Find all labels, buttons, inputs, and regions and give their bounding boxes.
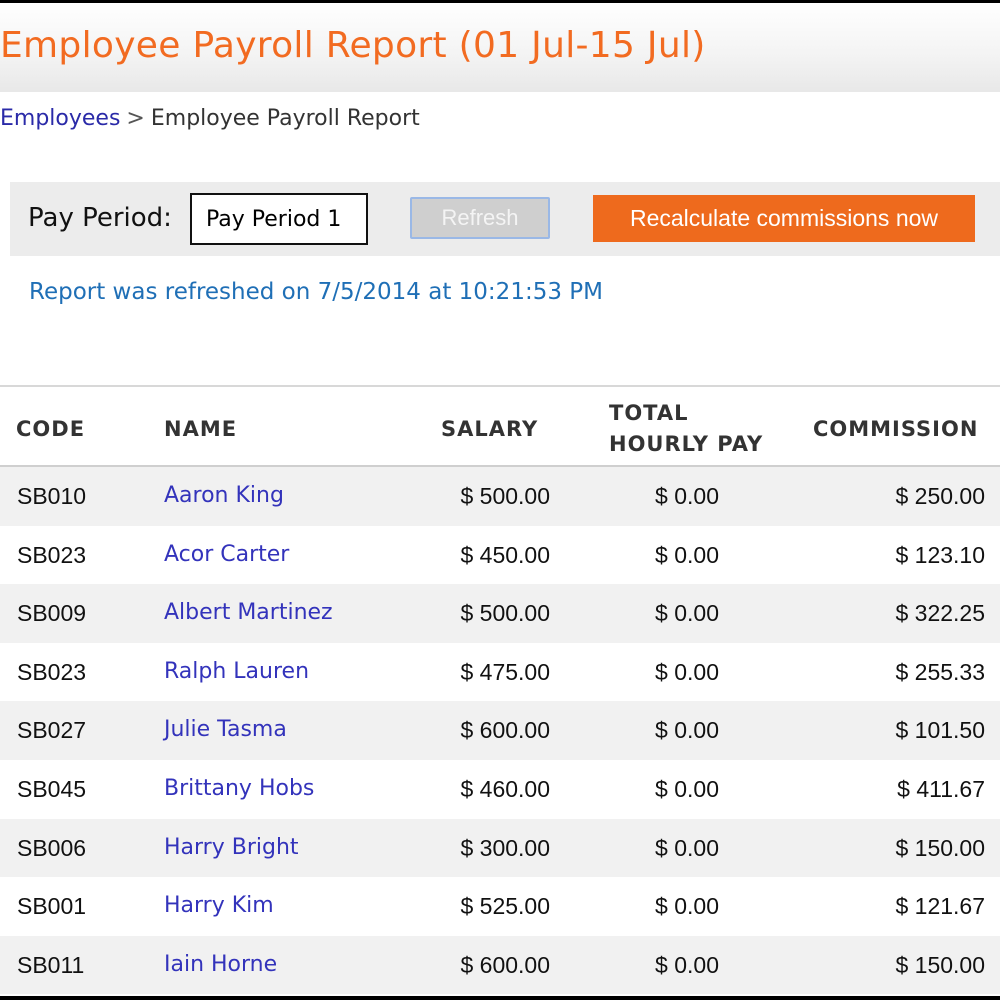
employee-name-link[interactable]: Acor Carter (164, 542, 289, 567)
salary-cell: $ 500.00 (460, 483, 550, 509)
table-row: SB045 Brittany Hobs $ 460.00 $ 0.00 $ 411.67 (0, 759, 1000, 819)
breadcrumb-current: Employee Payroll Report (150, 106, 420, 131)
refresh-button[interactable]: Refresh (410, 197, 550, 239)
employee-name-link[interactable]: Julie Tasma (164, 717, 287, 742)
commission-cell: $ 150.00 (895, 834, 985, 861)
total-hourly-pay-cell: $ 0.00 (655, 834, 719, 861)
total-hourly-pay-cell: $ 0.00 (655, 775, 719, 802)
salary-cell: $ 525.00 (460, 893, 550, 920)
employee-code: SB045 (17, 775, 87, 802)
table-row: SB023 Ralph Lauren $ 475.00 $ 0.00 $ 255.33 (0, 642, 1000, 702)
column-header-code[interactable]: CODE (16, 417, 85, 441)
table-row: SB006 Harry Bright $ 300.00 $ 0.00 $ 150.00 (0, 818, 1000, 878)
column-header-hourly-line1[interactable]: TOTAL (609, 401, 689, 425)
filter-toolbar: Pay Period: Pay Period 1 Refresh Recalcu… (10, 182, 1000, 256)
employee-code: SB023 (17, 658, 87, 685)
total-hourly-pay-cell: $ 0.00 (655, 600, 719, 627)
employee-name-link[interactable]: Harry Kim (164, 893, 274, 918)
commission-cell: $ 250.00 (895, 483, 985, 509)
commission-cell: $ 322.25 (895, 600, 985, 627)
salary-cell: $ 600.00 (460, 951, 550, 978)
employee-code: SB006 (17, 834, 87, 861)
table-row: SB010 Aaron King $ 500.00 $ 0.00 $ 250.00 (0, 467, 1000, 526)
commission-cell: $ 411.67 (897, 775, 985, 802)
table-row: SB001 Harry Kim $ 525.00 $ 0.00 $ 121.67 (0, 877, 1000, 936)
employee-name-link[interactable]: Brittany Hobs (164, 776, 314, 801)
table-body: SB010 Aaron King $ 500.00 $ 0.00 $ 250.00 SB0… (0, 467, 1000, 995)
refresh-status-message: Report was refreshed on 7/5/2014 at 10:2… (29, 279, 603, 305)
employee-code: SB010 (17, 483, 87, 509)
title-bar: Employee Payroll Report (01 Jul-15 Jul) (0, 3, 1000, 92)
salary-cell: $ 475.00 (460, 658, 550, 685)
commission-cell: $ 123.10 (895, 541, 985, 568)
salary-cell: $ 600.00 (460, 717, 550, 744)
employee-name-link[interactable]: Ralph Lauren (164, 659, 309, 684)
commission-cell: $ 101.50 (895, 717, 985, 744)
salary-cell: $ 450.00 (460, 541, 550, 568)
employee-name-link[interactable]: Albert Martinez (164, 600, 333, 625)
column-header-commission[interactable]: COMMISSION (813, 417, 978, 441)
total-hourly-pay-cell: $ 0.00 (655, 658, 719, 685)
table-row: SB011 Iain Horne $ 600.00 $ 0.00 $ 150.00 (0, 935, 1000, 995)
payroll-table: CODE NAME SALARY TOTAL HOURLY PAY COMMIS… (0, 385, 1000, 995)
breadcrumb-employees-link[interactable]: Employees (0, 106, 120, 131)
table-header: CODE NAME SALARY TOTAL HOURLY PAY COMMIS… (0, 387, 1000, 467)
commission-cell: $ 255.33 (895, 658, 985, 685)
total-hourly-pay-cell: $ 0.00 (655, 717, 719, 744)
employee-code: SB001 (17, 893, 87, 920)
pay-period-select[interactable]: Pay Period 1 (190, 193, 368, 245)
commission-cell: $ 150.00 (895, 951, 985, 978)
table-row: SB009 Albert Martinez $ 500.00 $ 0.00 $ 322.… (0, 584, 1000, 643)
pay-period-label: Pay Period: (28, 203, 172, 233)
table-row: SB027 Julie Tasma $ 600.00 $ 0.00 $ 101.50 (0, 701, 1000, 760)
employee-code: SB027 (17, 717, 87, 744)
employee-name-link[interactable]: Aaron King (164, 483, 284, 508)
table-row: SB023 Acor Carter $ 450.00 $ 0.00 $ 123.10 (0, 525, 1000, 585)
employee-code: SB009 (17, 600, 87, 627)
breadcrumb: Employees > Employee Payroll Report (0, 106, 420, 131)
column-header-hourly-line2[interactable]: HOURLY PAY (609, 432, 763, 456)
total-hourly-pay-cell: $ 0.00 (655, 541, 719, 568)
page-title: Employee Payroll Report (01 Jul-15 Jul) (0, 25, 706, 66)
column-header-name[interactable]: NAME (164, 417, 237, 441)
salary-cell: $ 500.00 (460, 600, 550, 627)
salary-cell: $ 300.00 (460, 834, 550, 861)
total-hourly-pay-cell: $ 0.00 (655, 893, 719, 920)
breadcrumb-separator: > (126, 106, 145, 131)
column-header-salary[interactable]: SALARY (441, 417, 538, 441)
employee-code: SB011 (17, 951, 85, 978)
commission-cell: $ 121.67 (895, 893, 985, 920)
salary-cell: $ 460.00 (460, 775, 550, 802)
total-hourly-pay-cell: $ 0.00 (655, 951, 719, 978)
employee-name-link[interactable]: Iain Horne (164, 952, 277, 977)
total-hourly-pay-cell: $ 0.00 (655, 483, 719, 509)
employee-code: SB023 (17, 541, 87, 568)
employee-name-link[interactable]: Harry Bright (164, 835, 299, 860)
recalculate-commissions-button[interactable]: Recalculate commissions now (593, 195, 975, 242)
